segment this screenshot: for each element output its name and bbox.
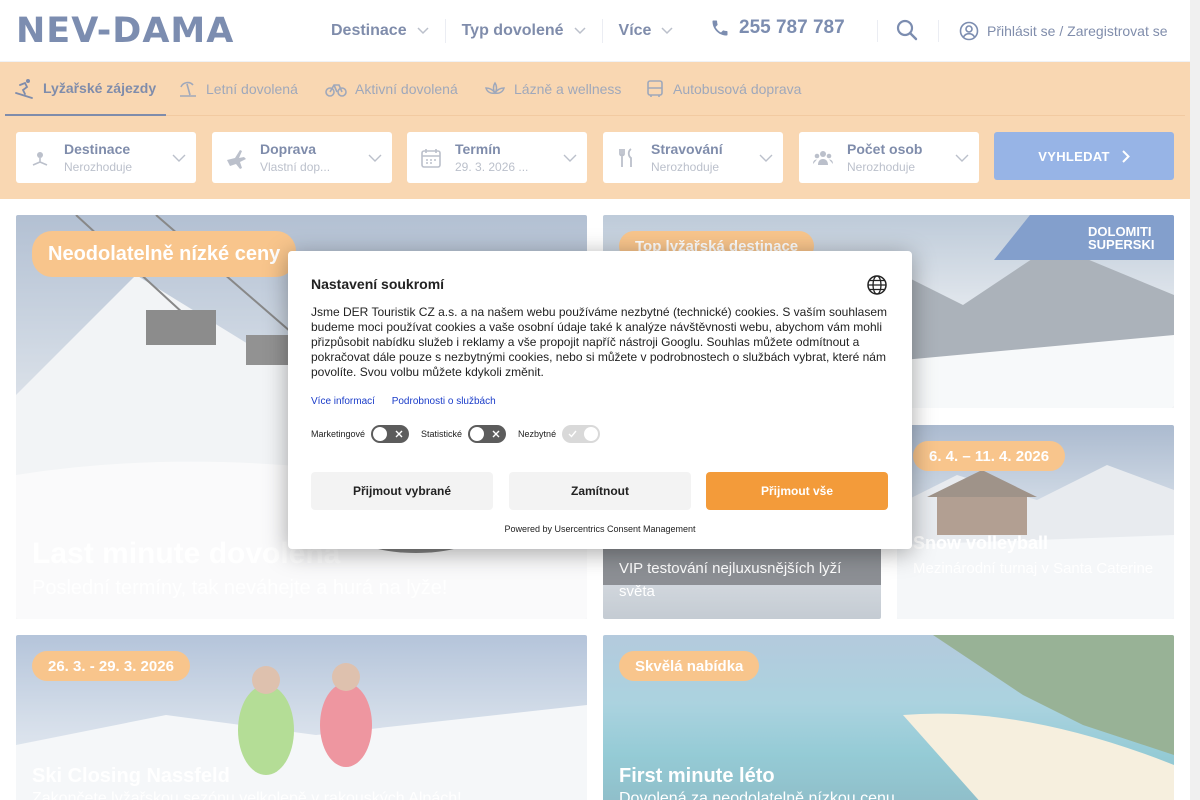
toggle-switch <box>562 425 601 443</box>
toggle-switch[interactable] <box>468 425 507 443</box>
page: NEV-DAMA Destinace Typ dovolené Více 255… <box>0 0 1200 800</box>
dialog-links: Více informací Podrobnosti o službách <box>311 396 510 407</box>
toggle-label: Statistické <box>421 429 463 439</box>
close-icon <box>395 430 403 438</box>
consent-toggles: Marketingové Statistické Nezbytné <box>311 425 612 443</box>
dialog-body: Jsme DER Touristik CZ a.s. a na našem we… <box>311 305 888 379</box>
powered-by: Powered by Usercentrics Consent Manageme… <box>504 524 696 534</box>
toggle-switch[interactable] <box>371 425 410 443</box>
decline-button[interactable]: Zamítnout <box>509 472 691 510</box>
toggle-label: Marketingové <box>311 429 366 439</box>
globe-icon <box>867 275 887 295</box>
toggle-necessary: Nezbytné <box>518 425 601 443</box>
toggle-label: Nezbytné <box>518 429 557 439</box>
dialog-title: Nastavení soukromí <box>311 276 445 292</box>
toggle-marketing[interactable]: Marketingové <box>311 425 410 443</box>
accept-selected-button[interactable]: Přijmout vybrané <box>311 472 493 510</box>
language-button[interactable] <box>866 274 888 301</box>
privacy-consent-dialog: Nastavení soukromí Jsme DER Touristik CZ… <box>288 251 912 549</box>
close-icon <box>492 430 500 438</box>
scrollbar[interactable] <box>1190 0 1200 800</box>
more-info-link[interactable]: Více informací <box>311 396 375 407</box>
check-icon <box>568 430 577 438</box>
service-details-link[interactable]: Podrobnosti o službách <box>392 396 496 407</box>
accept-all-button[interactable]: Přijmout vše <box>706 472 888 510</box>
toggle-statistics[interactable]: Statistické <box>421 425 507 443</box>
